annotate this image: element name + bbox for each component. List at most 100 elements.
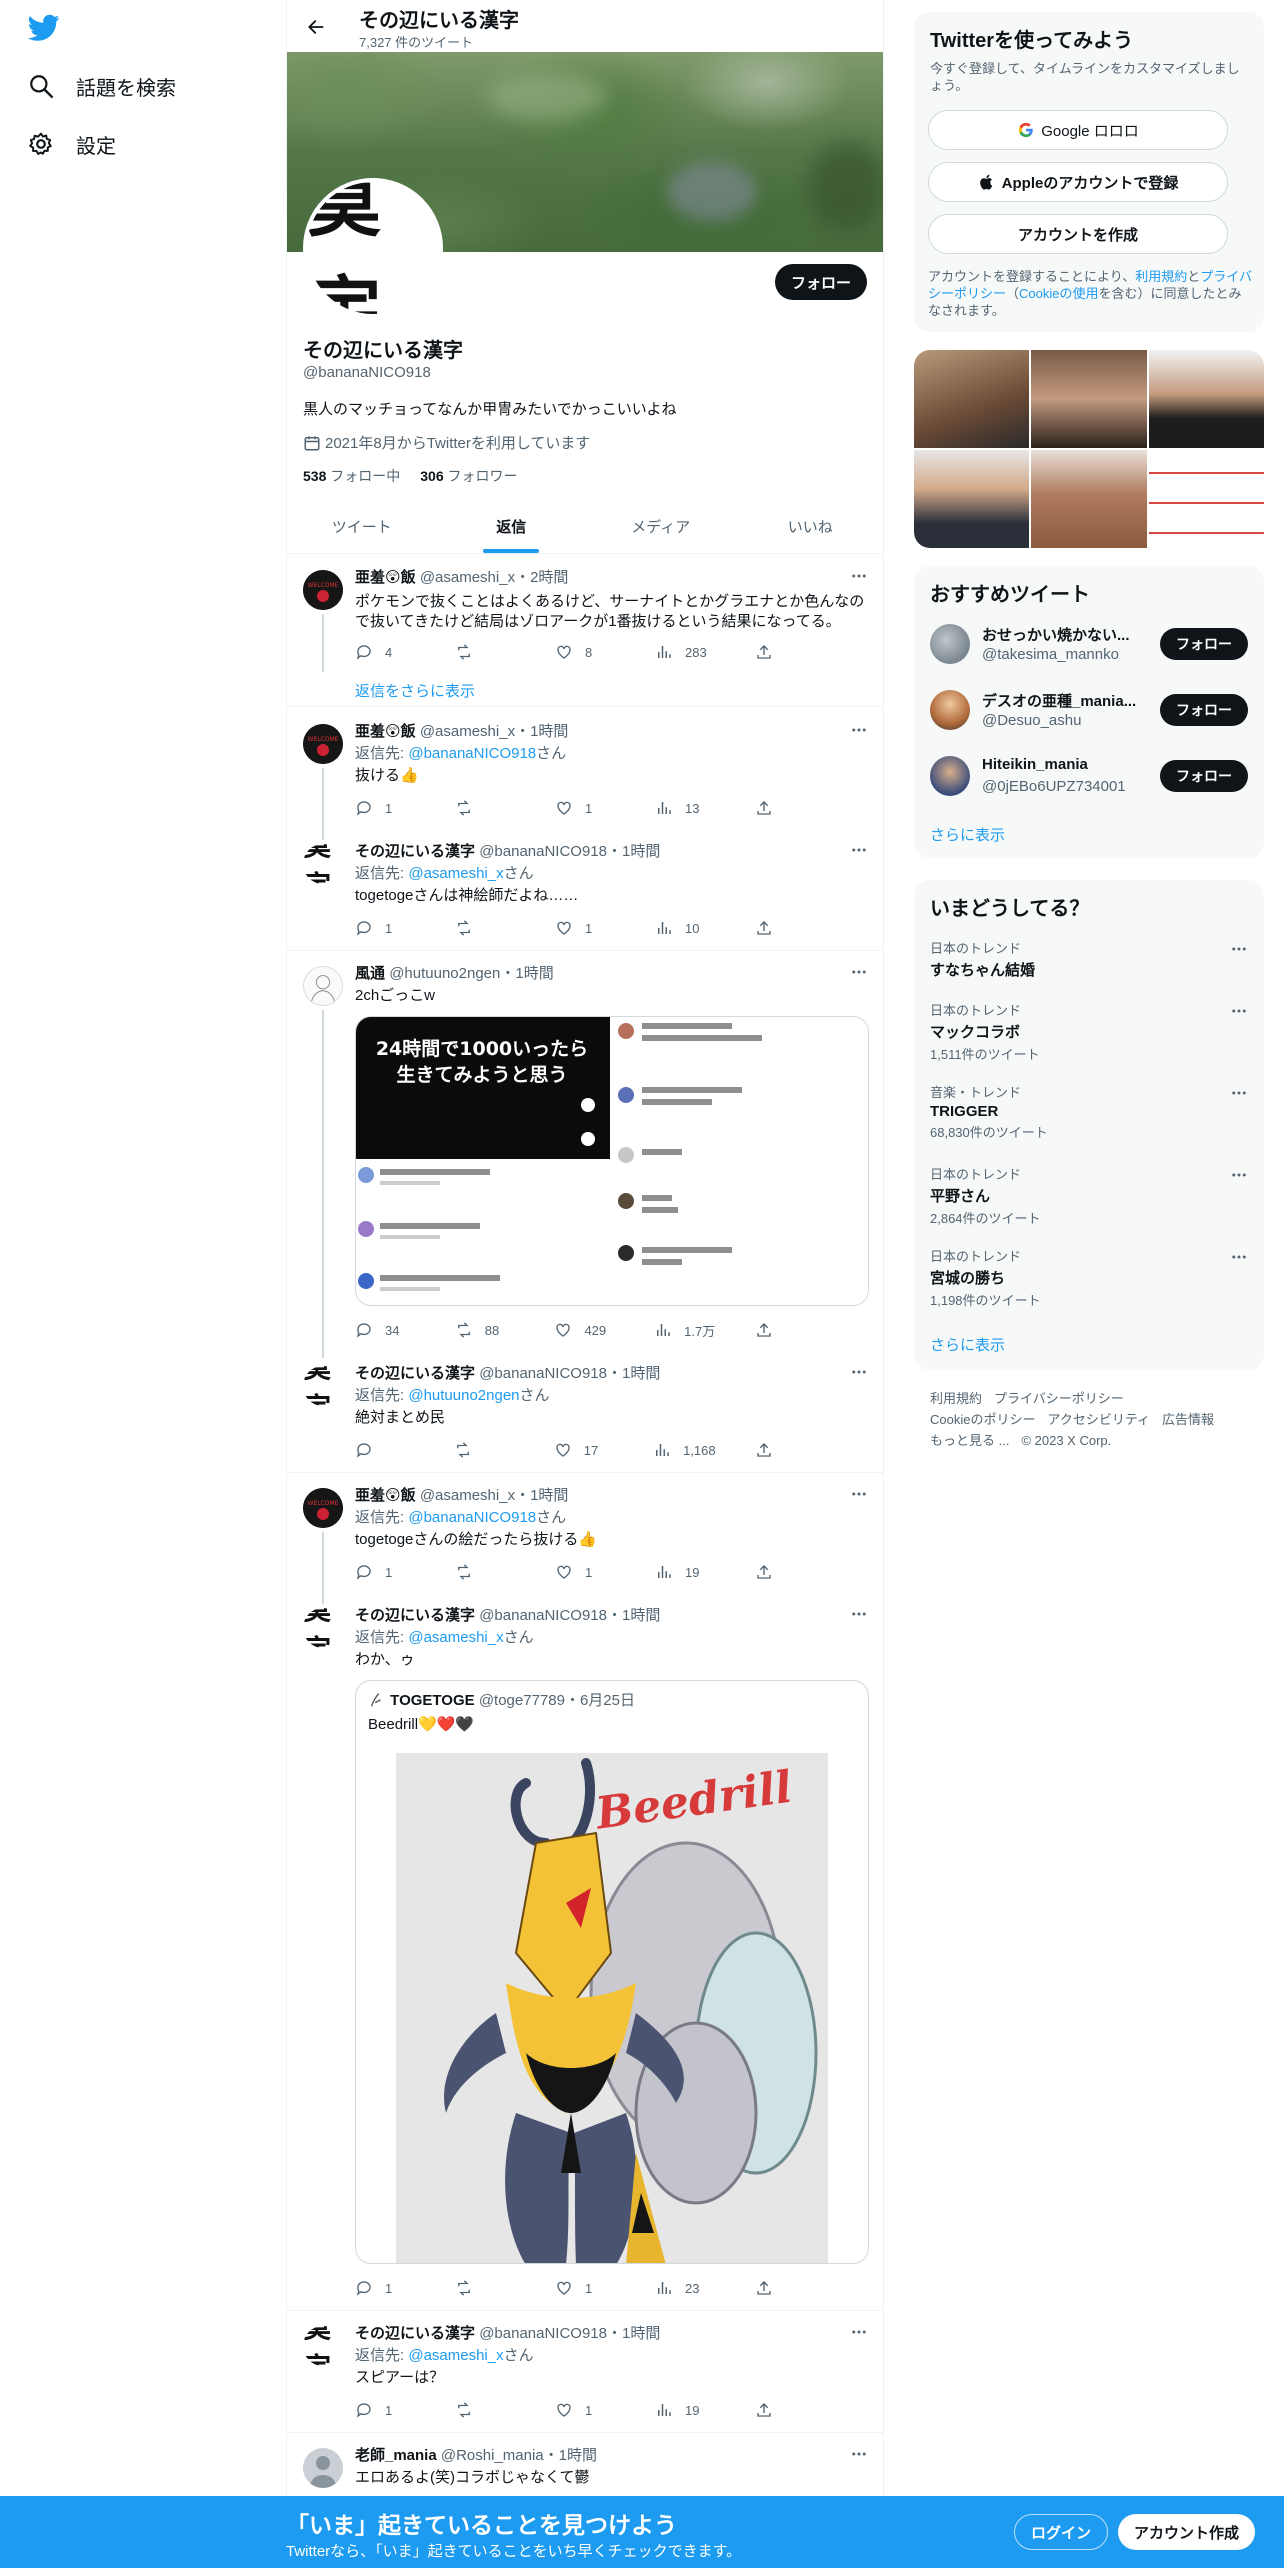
tweet[interactable]: WELCOME 亜羞😲飯 @asameshi_x・1時間 返信先: @banan… [287,1480,883,1604]
login-button[interactable]: ログイン [1014,2514,1109,2550]
tab-media[interactable]: メディア [586,500,736,553]
retweet-button[interactable] [455,2398,515,2422]
share-button[interactable] [755,1438,785,1462]
views-button[interactable]: 19 [655,2398,715,2422]
tab-tweets[interactable]: ツイート [287,500,437,553]
views-button[interactable]: 1.7万 [654,1318,715,1342]
terms-link[interactable]: 利用規約 [1135,269,1187,284]
views-button[interactable]: 283 [655,640,715,664]
reply-to-link[interactable]: @asameshi_x [408,865,503,882]
more-icon[interactable] [1230,1084,1248,1107]
share-button[interactable] [755,640,785,664]
avatar[interactable]: 莫宇 [303,1608,343,1648]
more-icon[interactable] [1230,940,1248,963]
reply-to-link[interactable]: @asameshi_x [408,2347,503,2364]
media-thumbnail[interactable] [914,350,1030,448]
nav-explore[interactable]: 話題を検索 [28,66,176,106]
trend-item[interactable]: 日本のトレンド 宮城の勝ち 1,198件のツイート [930,1246,1248,1309]
reply-button[interactable]: 1 [355,2276,415,2300]
following-link[interactable]: 538 フォロー中 [303,468,400,484]
media-thumbnail[interactable] [1148,450,1264,548]
who-to-follow-show-more[interactable]: さらに表示 [930,824,1005,845]
more-icon[interactable] [847,2320,871,2344]
share-button[interactable] [755,1560,785,1584]
more-icon[interactable] [1230,1248,1248,1271]
follow-button[interactable]: フォロー [1160,760,1248,792]
retweet-button[interactable] [455,796,515,820]
more-icon[interactable] [847,838,871,862]
share-button[interactable] [755,796,785,820]
views-button[interactable]: 23 [655,2276,715,2300]
like-button[interactable]: 429 [554,1318,614,1342]
tweet[interactable]: 莫宇 その辺にいる漢字 @bananaNICO918・1時間 返信先: @asa… [287,836,883,948]
footer-link[interactable]: プライバシーポリシー [994,1391,1124,1406]
trends-show-more[interactable]: さらに表示 [930,1334,1005,1355]
more-icon[interactable] [847,2442,871,2466]
retweet-button[interactable] [454,1438,514,1462]
followers-link[interactable]: 306 フォロワー [420,468,517,484]
avatar[interactable]: 莫宇 [303,844,343,884]
reply-to-link[interactable]: @hutuuno2ngen [408,1387,519,1404]
suggested-user[interactable]: おせっかい焼かない... @takesima_mannko フォロー [930,620,1248,668]
views-button[interactable]: 10 [655,916,715,940]
retweet-button[interactable]: 88 [455,1318,515,1342]
twitter-logo-icon[interactable] [28,14,60,42]
profile-avatar[interactable]: 莫宇 [303,178,443,318]
share-button[interactable] [755,2276,785,2300]
reply-button[interactable]: 34 [355,1318,415,1342]
follow-button[interactable]: フォロー [1160,628,1248,660]
more-icon[interactable] [847,1482,871,1506]
avatar[interactable]: WELCOME [303,570,343,610]
reply-button[interactable]: 1 [355,796,415,820]
more-icon[interactable] [847,718,871,742]
signup-button[interactable]: アカウント作成 [1118,2514,1256,2550]
show-more-replies-link[interactable]: 返信をさらに表示 [355,680,475,701]
footer-link[interactable]: アクセシビリティ [1047,1412,1150,1427]
cookie-link[interactable]: Cookieの使用 [1019,286,1098,301]
share-button[interactable] [755,1318,785,1342]
tweet-media[interactable]: 24時間で1000いったら 生きてみようと思う [355,1016,869,1306]
trend-item[interactable]: 日本のトレンド マックコラボ 1,511件のツイート [930,1000,1248,1063]
reply-button[interactable] [355,1438,415,1462]
media-thumbnail[interactable] [914,450,1030,548]
media-thumbnail[interactable] [1031,350,1147,448]
nav-settings[interactable]: 設定 [28,124,116,164]
tweet[interactable]: 莫宇 その辺にいる漢字 @bananaNICO918・1時間 返信先: @asa… [287,2318,883,2430]
reply-button[interactable]: 1 [355,1560,415,1584]
media-thumbnail[interactable] [1031,450,1147,548]
media-thumbnail[interactable] [1148,350,1264,448]
like-button[interactable]: 8 [555,640,615,664]
footer-link[interactable]: Cookieのポリシー [930,1412,1035,1427]
tweet[interactable]: 莫宇 その辺にいる漢字 @bananaNICO918・1時間 返信先: @asa… [287,1600,883,2300]
tweet[interactable]: WELCOME 亜羞😲飯 @asameshi_x・1時間 返信先: @banan… [287,716,883,840]
avatar[interactable] [303,2448,343,2488]
avatar[interactable]: 莫宇 [303,2326,343,2366]
avatar[interactable] [303,966,343,1006]
avatar[interactable]: 莫宇 [303,1366,343,1406]
share-button[interactable] [755,2398,785,2422]
apple-signup-button[interactable]: Appleのアカウントで登録 [928,162,1228,202]
avatar[interactable]: WELCOME [303,1488,343,1528]
retweet-button[interactable] [455,2276,515,2300]
tweet[interactable]: 風通 @hutuuno2ngen・1時間 2chごっこw 24時間で1000いっ… [287,958,883,1358]
more-icon[interactable] [847,960,871,984]
follow-button[interactable]: フォロー [1160,694,1248,726]
reply-to-link[interactable]: @bananaNICO918 [408,1509,536,1526]
like-button[interactable]: 1 [555,916,615,940]
trend-item[interactable]: 日本のトレンド 平野さん 2,864件のツイート [930,1164,1248,1227]
retweet-button[interactable] [455,1560,515,1584]
more-icon[interactable] [847,1602,871,1626]
reply-to-link[interactable]: @bananaNICO918 [408,745,536,762]
views-button[interactable]: 13 [655,796,715,820]
views-button[interactable]: 19 [655,1560,715,1584]
tweet[interactable]: WELCOME 亜羞😲飯 @asameshi_x・2時間 ポケモンで抜くことはよ… [287,562,883,672]
more-icon[interactable] [1230,1166,1248,1189]
trend-item[interactable]: 音楽・トレンド TRIGGER 68,830件のツイート [930,1082,1248,1141]
like-button[interactable]: 1 [555,2398,615,2422]
footer-link[interactable]: 広告情報 [1162,1412,1214,1427]
retweet-button[interactable] [455,640,515,664]
reply-to-link[interactable]: @asameshi_x [408,1629,503,1646]
suggested-user[interactable]: デスオの亜種_mania... @Desuo_ashu フォロー [930,686,1248,734]
suggested-user[interactable]: Hiteikin_mania @0jEBo6UPZ734001 フォロー [930,752,1248,800]
google-signup-button[interactable]: Google ロロロ [928,110,1228,150]
